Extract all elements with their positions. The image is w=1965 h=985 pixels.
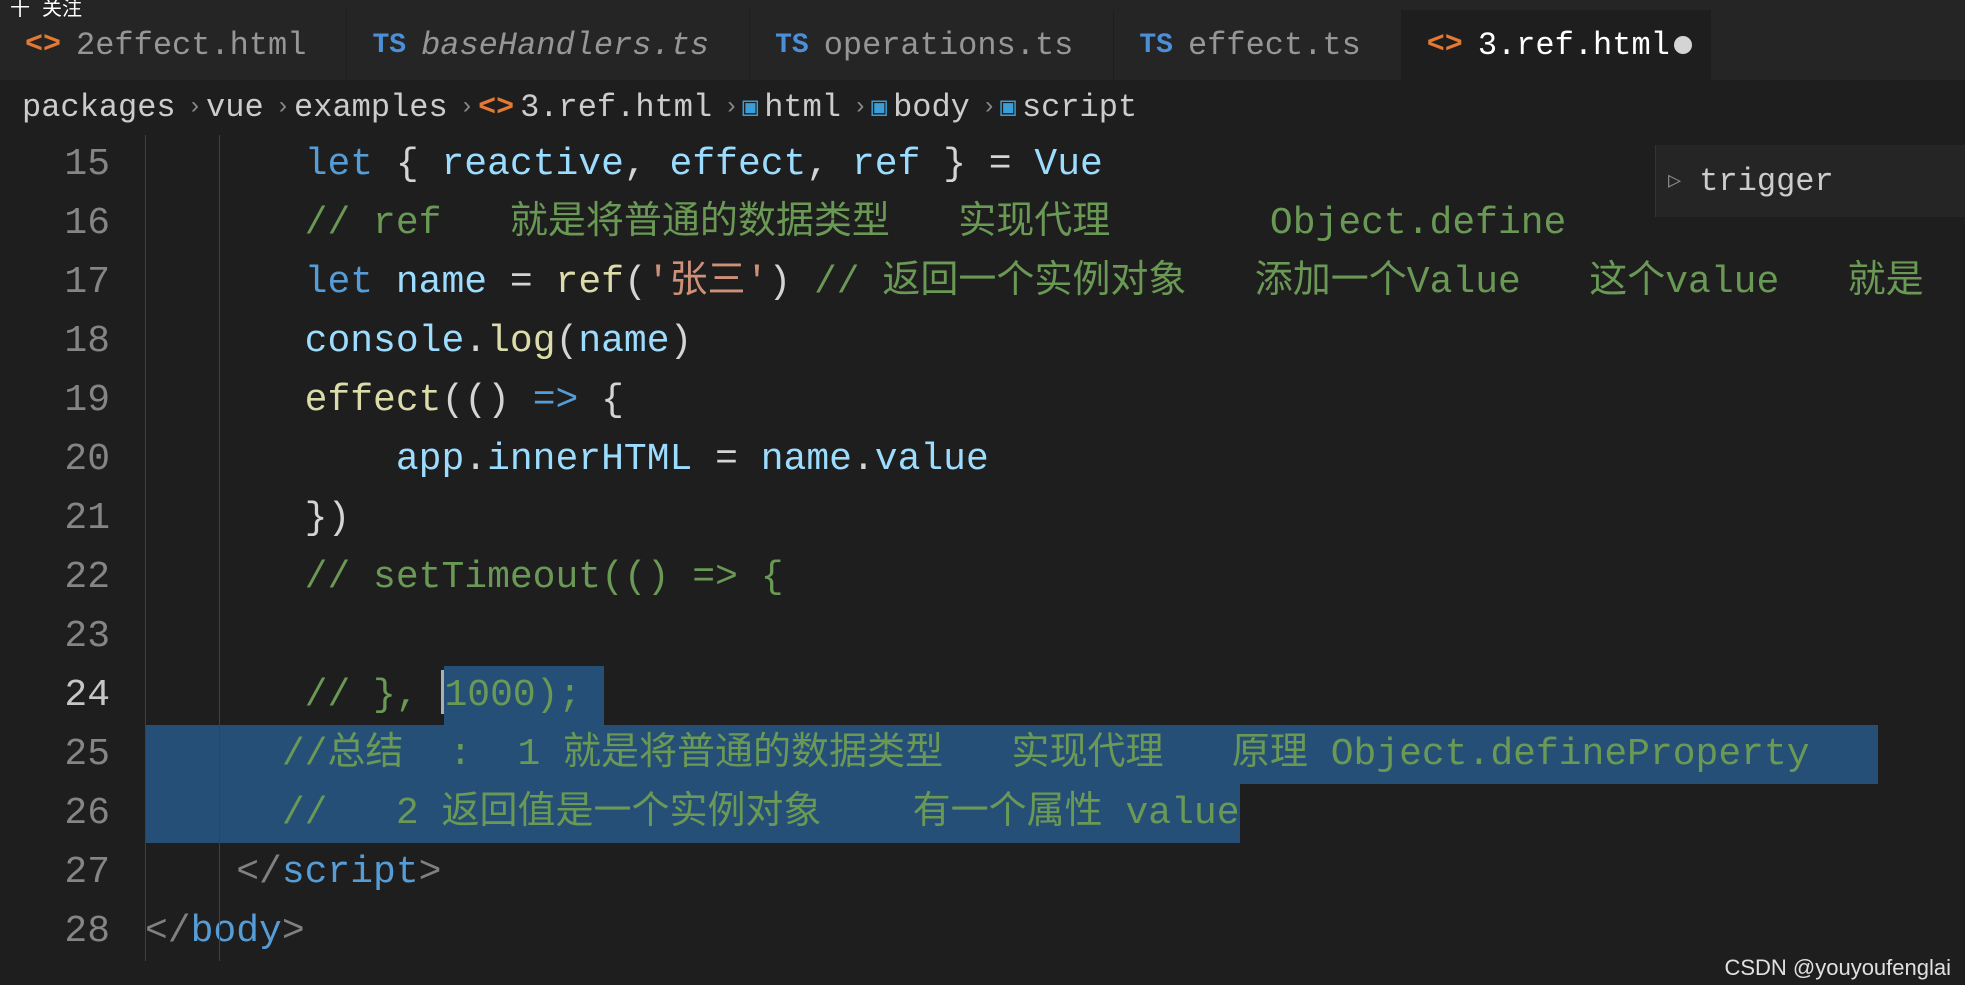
chevron-right-icon: › (853, 94, 867, 121)
tab-label: 2effect.html (76, 27, 306, 64)
tab-operations[interactable]: TS operations.ts (750, 10, 1114, 80)
chevron-right-icon: › (460, 94, 474, 121)
chevron-right-icon: ▷ (1668, 168, 1681, 194)
chevron-right-icon: › (724, 94, 738, 121)
crumb-body[interactable]: body (893, 89, 970, 126)
line-number: 28 (0, 902, 110, 961)
line-number: 15 (0, 135, 110, 194)
crumb-packages[interactable]: packages (22, 89, 176, 126)
line-number: 20 (0, 430, 110, 489)
line-number: 23 (0, 607, 110, 666)
line-number: 22 (0, 548, 110, 607)
crumb-vue[interactable]: vue (206, 89, 264, 126)
code-line[interactable]: console.log(name) (145, 312, 1965, 371)
tab-label: operations.ts (824, 27, 1074, 64)
crumb-file[interactable]: 3.ref.html (520, 89, 712, 126)
ts-file-icon: TS (1139, 30, 1173, 61)
tab-bar: <> 2effect.html TS baseHandlers.ts TS op… (0, 0, 1965, 80)
code-content[interactable]: let { reactive, effect, ref } = Vue // r… (145, 135, 1965, 961)
code-line[interactable]: </script> (145, 843, 1965, 902)
code-line[interactable] (145, 607, 1965, 666)
code-line[interactable]: // }, 1000); (145, 666, 1965, 725)
crumb-examples[interactable]: examples (294, 89, 448, 126)
line-number: 25 (0, 725, 110, 784)
modified-indicator-icon (1674, 36, 1692, 54)
indent-guide (219, 135, 220, 961)
crumb-script[interactable]: script (1022, 89, 1137, 126)
outline-panel[interactable]: ▷ trigger (1655, 145, 1965, 217)
code-line[interactable]: </body> (145, 902, 1965, 961)
tab-3ref[interactable]: <> 3.ref.html (1402, 10, 1711, 80)
html-file-icon: <> (1427, 28, 1463, 62)
code-line[interactable]: let name = ref('张三') // 返回一个实例对象 添加一个Val… (145, 253, 1965, 312)
chevron-right-icon: › (188, 94, 202, 121)
tab-label: 3.ref.html (1478, 27, 1670, 64)
code-editor[interactable]: 15 16 17 18 19 20 21 22 23 24 25 26 27 2… (0, 135, 1965, 961)
tab-label: effect.ts (1188, 27, 1361, 64)
indent-guide (145, 135, 146, 961)
line-number: 21 (0, 489, 110, 548)
follow-widget[interactable]: 十 关注 (0, 0, 92, 22)
line-number: 18 (0, 312, 110, 371)
tab-label: baseHandlers.ts (421, 27, 709, 64)
line-number: 19 (0, 371, 110, 430)
breadcrumb[interactable]: packages› vue› examples› <>3.ref.html› ▣… (0, 80, 1965, 135)
line-number: 16 (0, 194, 110, 253)
chevron-right-icon: › (276, 94, 290, 121)
code-line[interactable]: effect(() => { (145, 371, 1965, 430)
symbol-icon: ▣ (1000, 92, 1016, 123)
code-line[interactable]: app.innerHTML = name.value (145, 430, 1965, 489)
symbol-icon: ▣ (743, 92, 759, 123)
crumb-html[interactable]: html (764, 89, 841, 126)
line-number: 17 (0, 253, 110, 312)
code-line[interactable]: // 2 返回值是一个实例对象 有一个属性 value (145, 784, 1965, 843)
tab-basehandlers[interactable]: TS baseHandlers.ts (347, 10, 750, 80)
ts-file-icon: TS (372, 30, 406, 61)
tab-effect[interactable]: TS effect.ts (1114, 10, 1401, 80)
chevron-right-icon: › (982, 94, 996, 121)
ts-file-icon: TS (775, 30, 809, 61)
outline-item-label[interactable]: trigger (1699, 163, 1833, 200)
line-number: 24 (0, 666, 110, 725)
code-line[interactable]: // setTimeout(() => { (145, 548, 1965, 607)
code-line[interactable]: //总结 : 1 就是将普通的数据类型 实现代理 原理 Object.defin… (145, 725, 1965, 784)
html-file-icon: <> (25, 28, 61, 62)
code-line[interactable]: }) (145, 489, 1965, 548)
watermark: CSDN @youyoufenglai (1724, 955, 1951, 981)
html-file-icon: <> (478, 91, 514, 125)
symbol-icon: ▣ (871, 92, 887, 123)
line-number: 27 (0, 843, 110, 902)
line-number-gutter: 15 16 17 18 19 20 21 22 23 24 25 26 27 2… (0, 135, 145, 961)
line-number: 26 (0, 784, 110, 843)
